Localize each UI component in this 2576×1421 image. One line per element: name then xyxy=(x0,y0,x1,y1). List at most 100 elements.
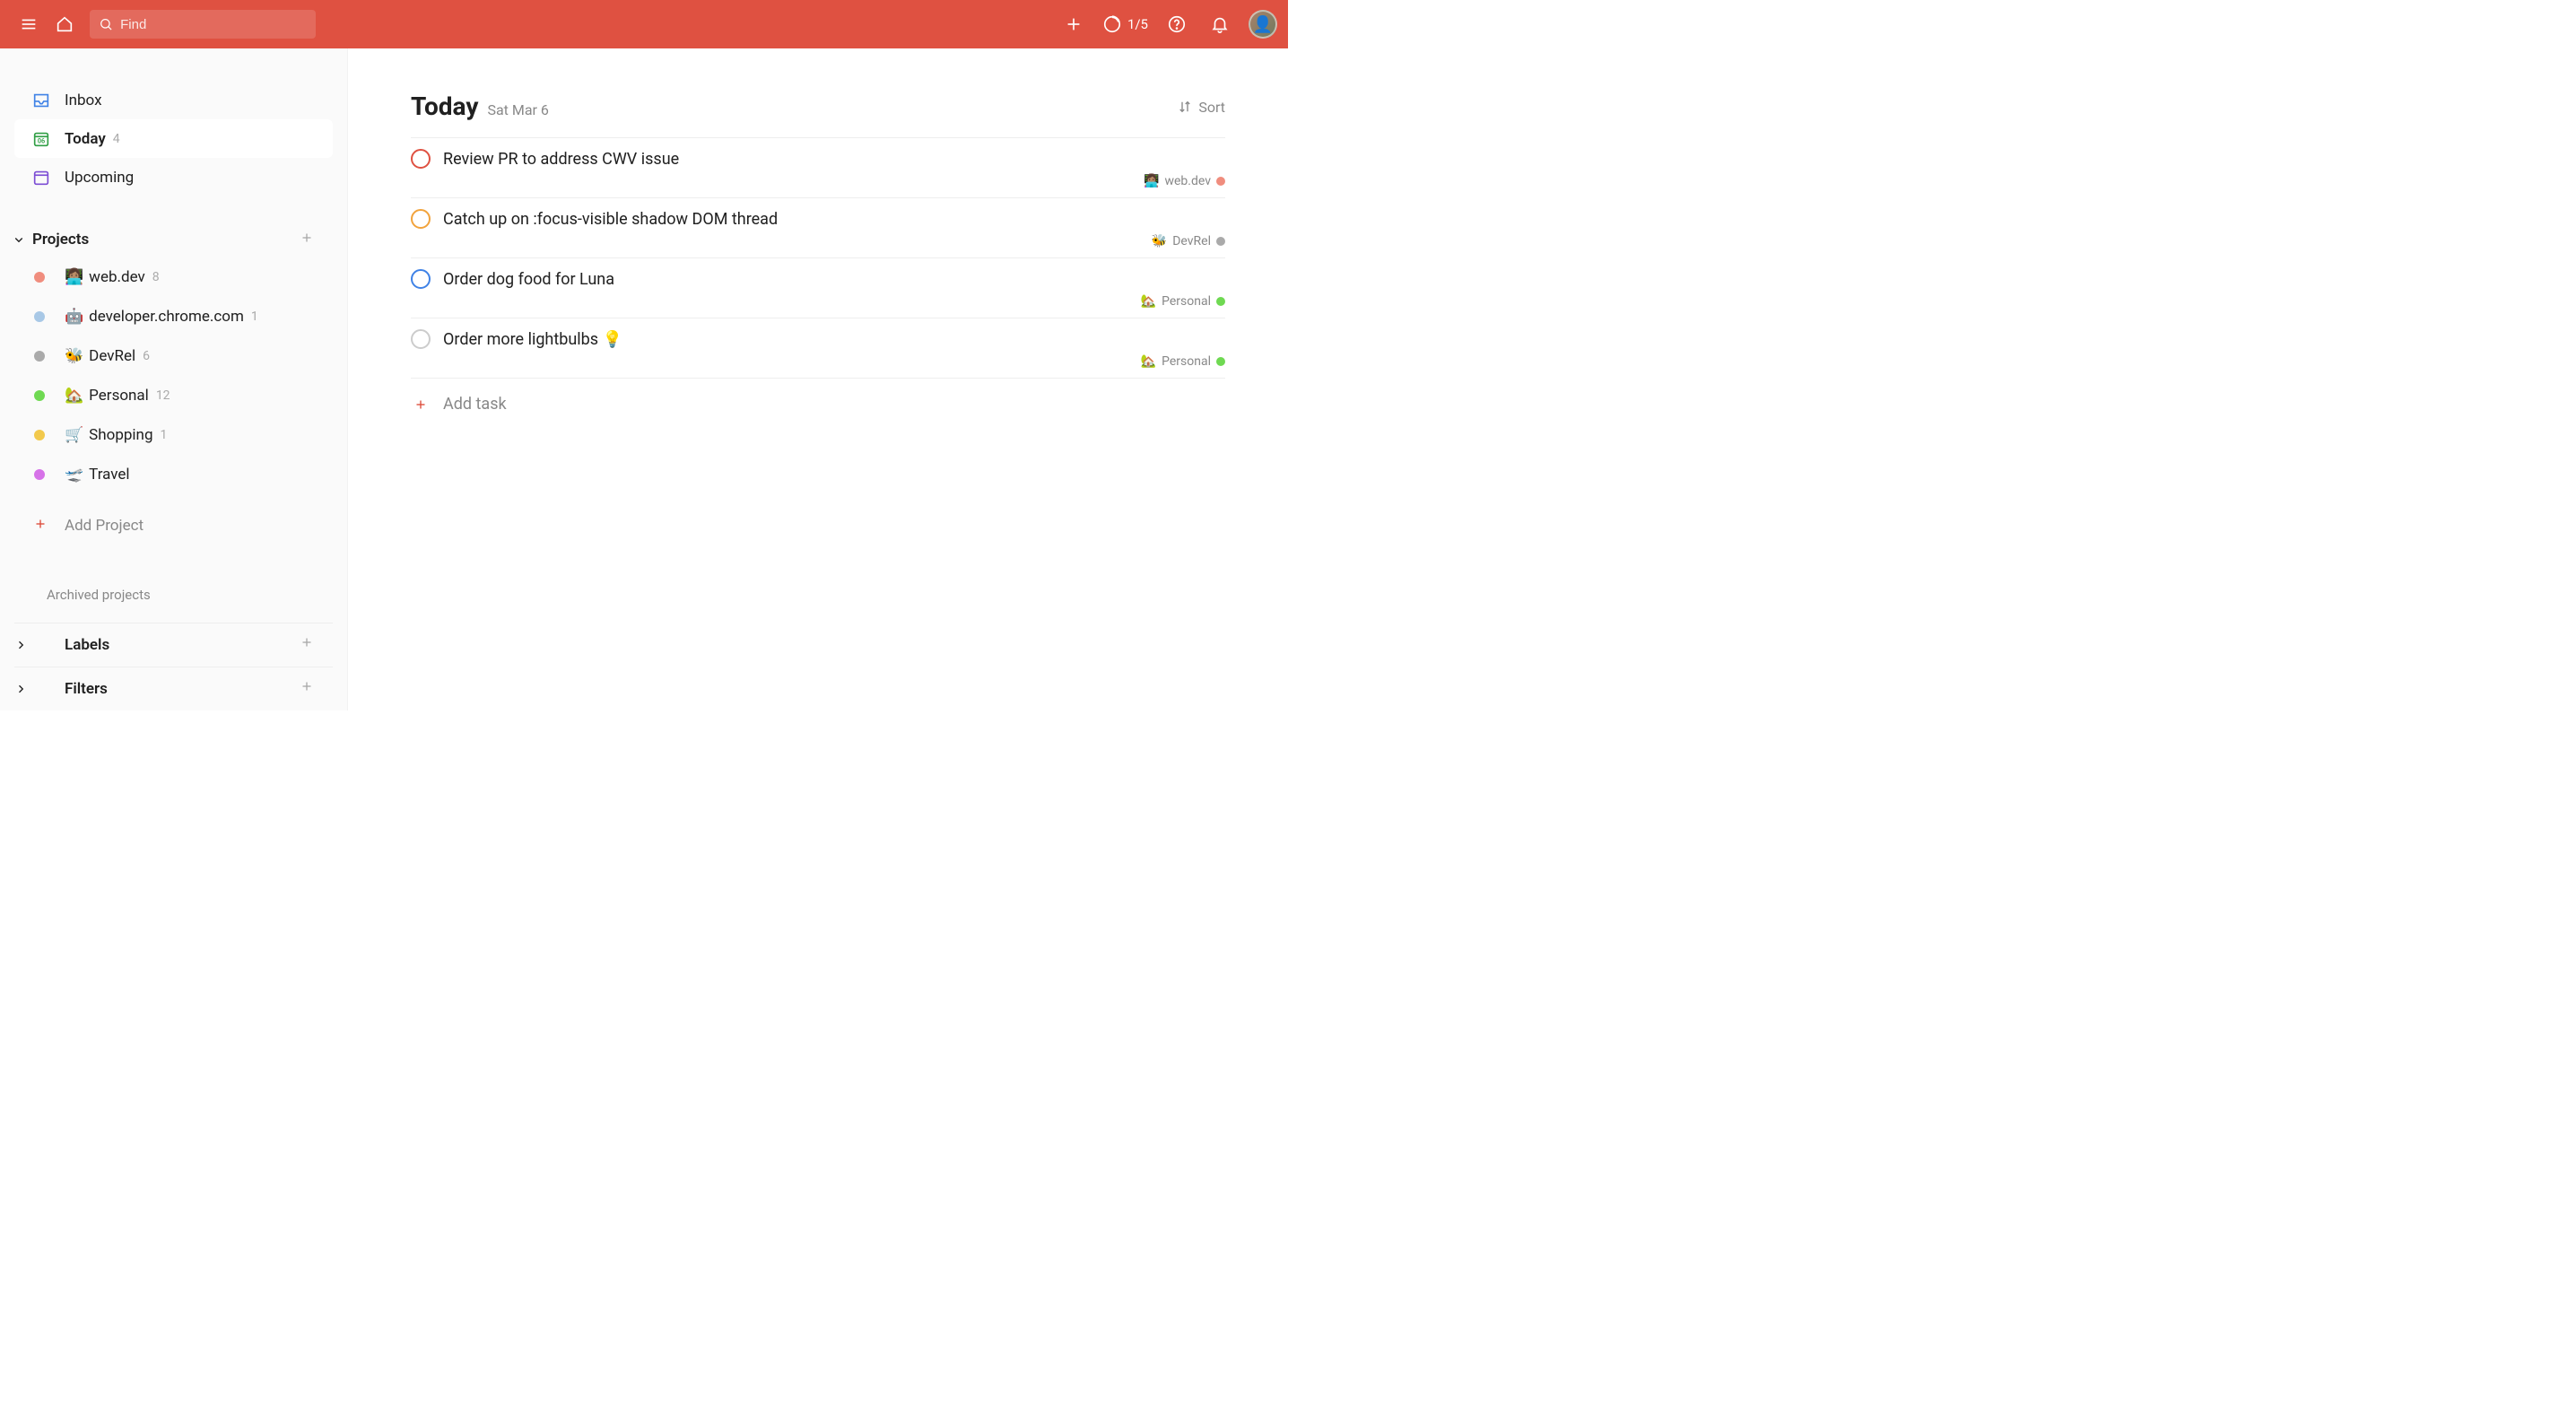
labels-header-label: Labels xyxy=(65,636,109,654)
task-item[interactable]: Order dog food for Luna 🏡 Personal xyxy=(411,258,1225,318)
inbox-icon xyxy=(30,90,52,111)
project-emoji: 🤖 xyxy=(65,308,83,326)
task-project-color-dot xyxy=(1216,177,1225,186)
upcoming-icon xyxy=(30,167,52,188)
sidebar-item-inbox[interactable]: Inbox xyxy=(14,81,333,119)
chevron-down-icon xyxy=(9,230,29,249)
task-project-emoji: 🐝 xyxy=(1152,234,1167,248)
nav-label: Inbox xyxy=(65,92,102,109)
page-date: Sat Mar 6 xyxy=(487,101,548,118)
notifications-button[interactable] xyxy=(1205,10,1234,39)
task-checkbox[interactable] xyxy=(411,149,431,169)
add-project-icon[interactable] xyxy=(299,230,315,250)
add-task-button[interactable]: Add task xyxy=(411,379,1225,430)
task-item[interactable]: Order more lightbulbs 💡 🏡 Personal xyxy=(411,318,1225,379)
chevron-right-icon xyxy=(11,635,30,655)
project-label: DevRel xyxy=(89,347,135,365)
plus-icon xyxy=(411,397,431,413)
labels-header[interactable]: Labels xyxy=(14,623,333,667)
project-label: web.dev xyxy=(89,268,145,286)
project-count: 8 xyxy=(152,270,160,284)
task-title: Order more lightbulbs 💡 xyxy=(443,330,622,349)
sidebar-project-item[interactable]: 🛫Travel xyxy=(14,455,333,494)
filters-header-label: Filters xyxy=(65,680,108,698)
chevron-right-icon xyxy=(11,679,30,699)
project-count: 1 xyxy=(251,309,258,324)
task-checkbox[interactable] xyxy=(411,209,431,229)
nav-label: Today xyxy=(65,130,106,148)
search-box[interactable] xyxy=(90,10,316,39)
project-emoji: 👩🏽‍💻 xyxy=(65,268,83,286)
project-color-dot xyxy=(34,311,45,322)
add-project-button[interactable]: Add Project xyxy=(14,507,333,545)
project-count: 1 xyxy=(160,428,167,442)
productivity-count: 1/5 xyxy=(1127,16,1148,32)
nav-label: Upcoming xyxy=(65,169,134,187)
today-icon: 06 xyxy=(30,128,52,150)
sort-label: Sort xyxy=(1198,99,1225,116)
add-project-label: Add Project xyxy=(65,517,144,535)
menu-button[interactable] xyxy=(14,10,43,39)
search-input[interactable] xyxy=(120,17,307,32)
projects-header[interactable]: Projects xyxy=(14,214,333,257)
project-emoji: 🛫 xyxy=(65,466,83,484)
avatar[interactable]: 👤 xyxy=(1249,10,1277,39)
archived-label: Archived projects xyxy=(47,587,151,603)
project-count: 6 xyxy=(143,349,150,363)
sidebar-item-today[interactable]: 06 Today 4 xyxy=(14,119,333,158)
task-item[interactable]: Review PR to address CWV issue👩🏽‍💻web.de… xyxy=(411,138,1225,198)
project-color-dot xyxy=(34,430,45,440)
task-project-label: web.dev xyxy=(1164,174,1211,188)
task-project-label: DevRel xyxy=(1172,234,1211,248)
sidebar-project-item[interactable]: 👩🏽‍💻 web.dev 8 xyxy=(14,257,333,297)
add-task-label: Add task xyxy=(443,395,507,414)
sidebar-project-item[interactable]: 🏡 Personal 12 xyxy=(14,376,333,415)
plus-icon xyxy=(32,516,48,536)
svg-text:06: 06 xyxy=(38,136,45,144)
project-emoji: 🐝 xyxy=(65,347,83,365)
filters-header[interactable]: Filters xyxy=(14,667,333,710)
task-project-emoji: 🏡 xyxy=(1141,354,1156,369)
add-filter-icon[interactable] xyxy=(299,678,315,699)
search-icon xyxy=(99,16,113,32)
task-project-label: Personal xyxy=(1162,354,1211,369)
sidebar-project-item[interactable]: 🤖developer.chrome.com1 xyxy=(14,297,333,336)
project-emoji: 🏡 xyxy=(65,387,83,405)
projects-header-label: Projects xyxy=(32,231,89,248)
app-header: 1/5 👤 xyxy=(0,0,1288,48)
project-label: Shopping xyxy=(89,426,152,444)
task-project-color-dot xyxy=(1216,237,1225,246)
task-item[interactable]: Catch up on :focus-visible shadow DOM th… xyxy=(411,198,1225,258)
task-title: Catch up on :focus-visible shadow DOM th… xyxy=(443,210,778,229)
add-label-icon[interactable] xyxy=(299,634,315,655)
project-color-dot xyxy=(34,272,45,283)
sidebar: Inbox 06 Today 4 Upcoming Projects xyxy=(0,48,348,710)
project-color-dot xyxy=(34,351,45,362)
home-button[interactable] xyxy=(50,10,79,39)
task-project-color-dot xyxy=(1216,357,1225,366)
task-project-emoji: 🏡 xyxy=(1141,294,1156,309)
task-project-color-dot xyxy=(1216,297,1225,306)
sidebar-project-item[interactable]: 🐝 DevRel 6 xyxy=(14,336,333,376)
progress-circle-icon xyxy=(1102,14,1122,34)
page-title: Today xyxy=(411,92,478,121)
archived-projects-link[interactable]: Archived projects xyxy=(14,567,333,623)
project-count: 12 xyxy=(156,388,170,403)
task-title: Order dog food for Luna xyxy=(443,270,614,289)
sidebar-project-item[interactable]: 🛒 Shopping 1 xyxy=(14,415,333,455)
task-project-label: Personal xyxy=(1162,294,1211,309)
productivity-button[interactable]: 1/5 xyxy=(1102,14,1148,34)
project-color-dot xyxy=(34,469,45,480)
task-project-emoji: 👩🏽‍💻 xyxy=(1144,174,1159,188)
sort-icon xyxy=(1177,99,1193,115)
task-checkbox[interactable] xyxy=(411,269,431,289)
main-content: Today Sat Mar 6 Sort Review PR to addres… xyxy=(348,48,1288,710)
project-color-dot xyxy=(34,390,45,401)
sort-button[interactable]: Sort xyxy=(1177,99,1225,116)
project-label: Personal xyxy=(89,387,149,405)
quick-add-button[interactable] xyxy=(1059,10,1088,39)
project-emoji: 🛒 xyxy=(65,426,83,444)
help-button[interactable] xyxy=(1162,10,1191,39)
sidebar-item-upcoming[interactable]: Upcoming xyxy=(14,158,333,196)
task-checkbox[interactable] xyxy=(411,329,431,349)
